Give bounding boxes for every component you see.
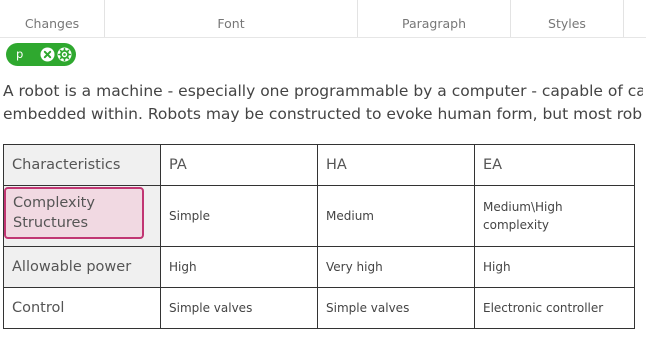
ribbon-group-label: Paragraph bbox=[401, 16, 467, 31]
table-cell[interactable]: Very high bbox=[317, 246, 475, 288]
table-cell[interactable]: High bbox=[474, 246, 635, 288]
table-header-cell[interactable]: PA bbox=[160, 144, 318, 186]
close-icon[interactable] bbox=[40, 47, 55, 62]
table-header-row: Characteristics PA HA EA bbox=[3, 144, 635, 186]
table-cell[interactable]: Simple bbox=[160, 185, 318, 247]
selected-cell[interactable]: Complexity Structures bbox=[3, 185, 161, 247]
ribbon-group-label: Font bbox=[217, 16, 245, 31]
ribbon-group-label: Changes bbox=[24, 16, 80, 31]
table-row: Allowable power High Very high High bbox=[3, 246, 635, 288]
table-header-cell[interactable]: HA bbox=[317, 144, 475, 186]
table-header-cell[interactable]: EA bbox=[474, 144, 635, 186]
ribbon-group-changes[interactable]: Changes bbox=[0, 0, 105, 37]
table-cell[interactable]: Medium\High complexity bbox=[474, 185, 635, 247]
tag-path-pill[interactable]: p bbox=[6, 43, 76, 66]
paragraph-line: A robot is a machine - especially one pr… bbox=[3, 82, 643, 100]
table-row: Complexity Structures Simple Medium Medi… bbox=[3, 185, 635, 247]
gear-icon[interactable] bbox=[57, 47, 72, 62]
paragraph-line: embedded within. Robots may be construct… bbox=[3, 105, 643, 123]
table-cell[interactable]: High bbox=[160, 246, 318, 288]
table-header-cell[interactable]: Characteristics bbox=[3, 144, 161, 186]
table-cell[interactable]: Simple valves bbox=[160, 287, 318, 329]
editor-ribbon: Changes Font Paragraph Styles bbox=[0, 0, 646, 38]
body-paragraph[interactable]: A robot is a machine - especially one pr… bbox=[3, 80, 646, 126]
table-cell[interactable]: Allowable power bbox=[3, 246, 161, 288]
table-cell[interactable]: Medium bbox=[317, 185, 475, 247]
table-cell[interactable]: Control bbox=[3, 287, 161, 329]
cell-selection-highlight: Complexity Structures bbox=[4, 187, 144, 239]
table-cell[interactable]: Simple valves bbox=[317, 287, 475, 329]
ribbon-group-styles[interactable]: Styles bbox=[511, 0, 624, 37]
ribbon-group-font[interactable]: Font bbox=[105, 0, 358, 37]
table-row: Control Simple valves Simple valves Elec… bbox=[3, 287, 635, 329]
table-cell[interactable]: Electronic controller bbox=[474, 287, 635, 329]
ribbon-group-paragraph[interactable]: Paragraph bbox=[358, 0, 511, 37]
characteristics-table[interactable]: Characteristics PA HA EA Complexity Stru… bbox=[3, 144, 635, 329]
ribbon-group-label: Styles bbox=[548, 16, 586, 31]
tag-path-label: p bbox=[16, 47, 24, 61]
